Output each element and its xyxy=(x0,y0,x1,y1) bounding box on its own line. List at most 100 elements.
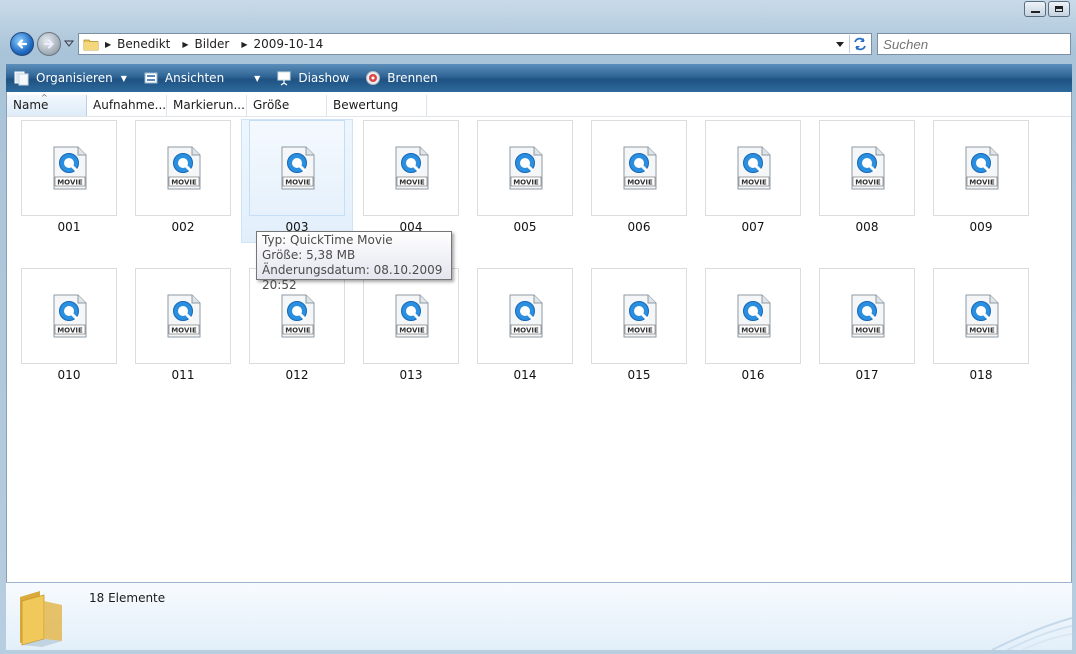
type-badge-text: MOVIE xyxy=(741,179,767,187)
type-badge-text: MOVIE xyxy=(627,327,653,335)
quicktime-movie-icon: MOVIE xyxy=(281,146,315,190)
type-badge-text: MOVIE xyxy=(741,327,767,335)
file-name-label: 002 xyxy=(171,220,195,234)
column-header-row: ^ Name Aufnahme... Markierun... Größe Be… xyxy=(7,93,1071,117)
type-badge-text: MOVIE xyxy=(285,327,311,335)
file-item[interactable]: MOVIE xyxy=(21,268,117,364)
column-name[interactable]: ^ Name xyxy=(7,93,87,116)
file-item[interactable]: MOVIE xyxy=(135,268,231,364)
type-badge-text: MOVIE xyxy=(57,327,83,335)
file-name-label: 017 xyxy=(855,368,879,382)
file-name-label: 013 xyxy=(399,368,423,382)
file-item[interactable]: MOVIE xyxy=(819,120,915,216)
type-badge-text: MOVIE xyxy=(171,327,197,335)
column-label: Bewertung xyxy=(333,98,399,112)
command-bar: Organisieren ▼ Ansichten ▼ Diashow Brennen xyxy=(6,64,1072,92)
column-bewertung[interactable]: Bewertung xyxy=(327,95,427,116)
maximize-icon xyxy=(1055,6,1063,12)
views-icon xyxy=(144,72,158,84)
file-name-label: 010 xyxy=(57,368,81,382)
details-pane: 18 Elemente xyxy=(6,582,1072,650)
file-item[interactable]: MOVIE xyxy=(135,120,231,216)
organize-icon xyxy=(14,71,29,86)
chevron-down-icon: ▼ xyxy=(254,73,261,83)
chevron-down-icon: ▼ xyxy=(120,73,127,83)
file-name-label: 015 xyxy=(627,368,651,382)
forward-button[interactable] xyxy=(37,32,61,56)
breadcrumb-1[interactable]: ▶ Benedikt xyxy=(105,37,170,51)
slideshow-button[interactable]: Diashow xyxy=(276,70,349,86)
quicktime-movie-icon: MOVIE xyxy=(623,146,657,190)
quicktime-movie-icon: MOVIE xyxy=(851,146,885,190)
file-item[interactable]: MOVIE xyxy=(477,268,573,364)
breadcrumb-2[interactable]: ▶ Bilder xyxy=(182,37,229,51)
recent-pages-dropdown-icon[interactable] xyxy=(64,38,74,48)
type-badge-text: MOVIE xyxy=(399,327,425,335)
file-name-label: 008 xyxy=(855,220,879,234)
file-item[interactable]: MOVIE xyxy=(819,268,915,364)
type-badge-text: MOVIE xyxy=(969,179,995,187)
burn-button[interactable]: Brennen xyxy=(365,70,438,86)
file-info-tooltip: Typ: QuickTime Movie Größe: 5,38 MB Ände… xyxy=(256,231,452,292)
file-item[interactable]: MOVIE xyxy=(933,268,1029,364)
tooltip-type: Typ: QuickTime Movie xyxy=(262,233,393,247)
back-button[interactable] xyxy=(10,32,34,56)
file-name-label: 005 xyxy=(513,220,537,234)
quicktime-movie-icon: MOVIE xyxy=(737,294,771,338)
search-input[interactable] xyxy=(877,33,1071,55)
window-controls xyxy=(1024,1,1070,17)
type-badge-text: MOVIE xyxy=(171,179,197,187)
file-name-label: 001 xyxy=(57,220,81,234)
file-name-label: 011 xyxy=(171,368,195,382)
type-badge-text: MOVIE xyxy=(513,327,539,335)
minimize-button[interactable] xyxy=(1024,1,1046,17)
explorer-window: ▶Benedikt ▶Bilder ▶2009-10-14 Organisier… xyxy=(0,0,1076,654)
type-badge-text: MOVIE xyxy=(513,179,539,187)
file-item[interactable]: MOVIE xyxy=(591,268,687,364)
file-view: ^ Name Aufnahme... Markierun... Größe Be… xyxy=(6,92,1072,582)
breadcrumb-label: Bilder xyxy=(194,37,230,51)
quicktime-movie-icon: MOVIE xyxy=(395,146,429,190)
quicktime-movie-icon: MOVIE xyxy=(53,294,87,338)
quicktime-movie-icon: MOVIE xyxy=(167,146,201,190)
organize-button[interactable]: Organisieren ▼ xyxy=(14,70,127,86)
file-item[interactable]: MOVIE xyxy=(705,268,801,364)
quicktime-movie-icon: MOVIE xyxy=(965,146,999,190)
column-label: Größe xyxy=(253,98,290,112)
file-name-label: 018 xyxy=(969,368,993,382)
column-groesse[interactable]: Größe xyxy=(247,95,327,116)
organize-label: Organisieren xyxy=(36,71,113,85)
column-label: Markierun... xyxy=(173,98,245,112)
quicktime-movie-icon: MOVIE xyxy=(167,294,201,338)
back-arrow-icon xyxy=(16,39,28,49)
file-name-label: 007 xyxy=(741,220,765,234)
tooltip-modified: Änderungsdatum: 08.10.2009 20:52 xyxy=(262,263,443,292)
file-item[interactable]: MOVIE xyxy=(933,120,1029,216)
maximize-button[interactable] xyxy=(1048,1,1070,17)
breadcrumb-3[interactable]: ▶ 2009-10-14 xyxy=(241,37,323,51)
address-dropdown-icon[interactable] xyxy=(835,39,845,49)
folder-large-icon xyxy=(20,591,62,647)
column-markierungen[interactable]: Markierun... xyxy=(167,95,247,116)
column-label: Aufnahme... xyxy=(93,98,167,112)
file-item[interactable]: MOVIE xyxy=(21,120,117,216)
file-item[interactable]: MOVIE xyxy=(591,120,687,216)
file-item[interactable]: MOVIE xyxy=(249,120,345,216)
column-aufnahmedatum[interactable]: Aufnahme... xyxy=(87,95,167,116)
burn-label: Brennen xyxy=(387,71,438,85)
folder-icon xyxy=(83,39,99,51)
tooltip-size: Größe: 5,38 MB xyxy=(262,248,356,262)
quicktime-movie-icon: MOVIE xyxy=(851,294,885,338)
forward-arrow-icon xyxy=(43,39,55,49)
file-item[interactable]: MOVIE xyxy=(363,120,459,216)
type-badge-text: MOVIE xyxy=(399,179,425,187)
file-item[interactable]: MOVIE xyxy=(705,120,801,216)
decorative-swoosh xyxy=(991,617,1072,650)
file-item[interactable]: MOVIE xyxy=(477,120,573,216)
quicktime-movie-icon: MOVIE xyxy=(395,294,429,338)
burn-disc-icon xyxy=(366,71,381,85)
address-bar[interactable]: ▶ Benedikt ▶ Bilder ▶ 2009-10-14 xyxy=(78,33,872,55)
refresh-button[interactable] xyxy=(849,35,870,53)
views-button[interactable]: Ansichten ▼ xyxy=(143,70,260,86)
views-label: Ansichten xyxy=(164,71,225,85)
